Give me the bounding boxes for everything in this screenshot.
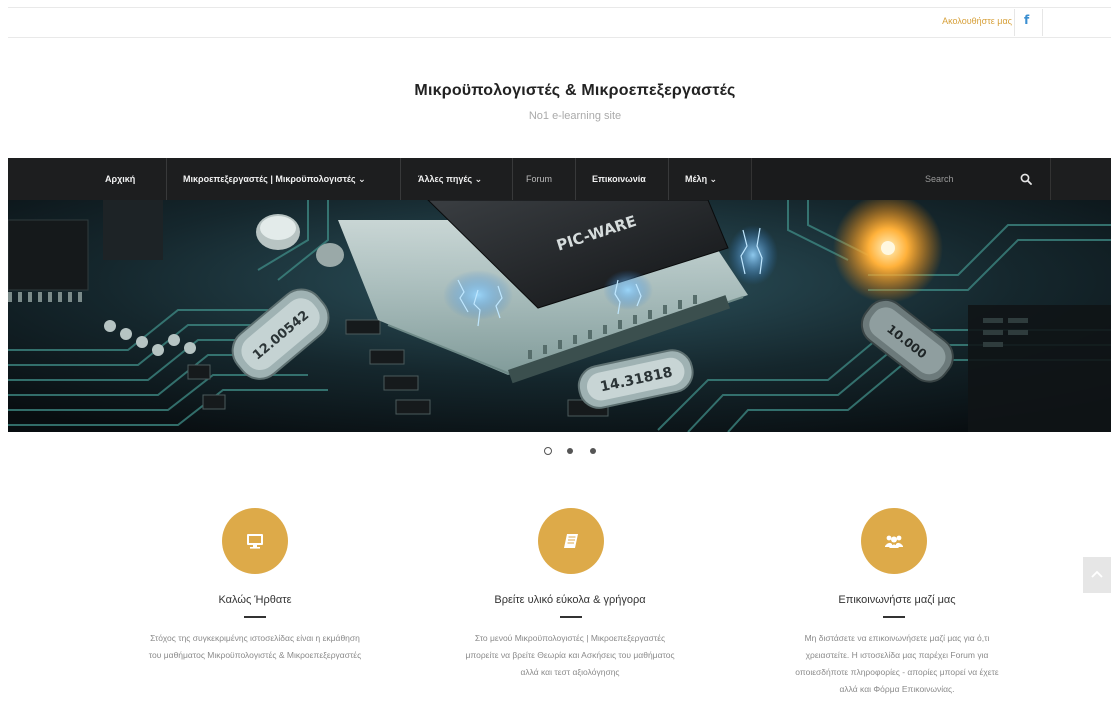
search-box[interactable]: Search bbox=[751, 158, 1051, 200]
feature-title: Καλώς Ήρθατε bbox=[218, 594, 292, 606]
monitor-icon bbox=[247, 534, 263, 549]
feature-line: του μαθήματος Μικροϋπολογιστές & Μικροεπ… bbox=[148, 650, 362, 660]
feature-description: Στόχος της συγκεκριμένης ιστοσελίδας είν… bbox=[90, 630, 420, 664]
search-icon[interactable] bbox=[1020, 173, 1032, 185]
search-input[interactable]: Search bbox=[925, 158, 954, 200]
site-tagline: No1 e-learning site bbox=[528, 110, 622, 122]
nav-divider bbox=[575, 158, 576, 200]
feature-line: Στο μενού Μικροϋπολογιστές | Μικροεπεξερ… bbox=[474, 633, 666, 643]
nav-item-members[interactable]: Μέλη ⌄ bbox=[685, 158, 717, 200]
feature-divider bbox=[560, 616, 582, 618]
feature-line: Στόχος της συγκεκριμένης ιστοσελίδας είν… bbox=[150, 633, 360, 643]
nav-item-home[interactable]: Αρχική bbox=[105, 158, 135, 200]
feature-line: χρειαστείτε. Η ιστοσελίδα μας παρέχει Fo… bbox=[805, 650, 989, 660]
feature-line: μπορείτε να βρείτε Θεωρία και Ασκήσεις τ… bbox=[465, 650, 675, 660]
follow-us-label: Ακολουθήστε μας bbox=[942, 16, 1012, 26]
top-divider bbox=[8, 7, 1111, 8]
separator bbox=[1014, 9, 1015, 36]
chevron-up-icon bbox=[1091, 570, 1103, 578]
slider-dot-2[interactable] bbox=[567, 448, 573, 454]
circuit-board-illustration: 12.00542 PIC-WARE 14.31818 10.000 bbox=[8, 200, 1111, 432]
scroll-to-top-button[interactable] bbox=[1083, 557, 1111, 593]
nav-divider bbox=[668, 158, 669, 200]
feature-icon-circle bbox=[538, 508, 604, 574]
feature-line: οποιεσδήποτε πληροφορίες - απορίες μπορε… bbox=[795, 667, 999, 677]
top-divider-bottom bbox=[8, 37, 1111, 38]
facebook-icon[interactable]: f bbox=[1024, 13, 1029, 27]
feature-divider bbox=[244, 616, 266, 618]
nav-divider bbox=[512, 158, 513, 200]
slider-dot-1[interactable] bbox=[544, 447, 552, 455]
feature-line: αλλά και τεστ αξιολόγησης bbox=[520, 667, 620, 677]
nav-divider bbox=[166, 158, 167, 200]
feature-description: Μη διστάσετε να επικοινωνήσετε μαζί μας … bbox=[732, 630, 1062, 698]
feature-title: Βρείτε υλικό εύκολα & γρήγορα bbox=[494, 594, 646, 606]
nav-divider bbox=[400, 158, 401, 200]
feature-title: Επικοινωνήστε μαζί μας bbox=[838, 594, 956, 606]
feature-line: Μη διστάσετε να επικοινωνήσετε μαζί μας … bbox=[804, 633, 990, 643]
top-bar: Ακολουθήστε μας f bbox=[0, 0, 1111, 38]
feature-line: αλλά και Φόρμα Επικοινωνίας. bbox=[839, 684, 955, 694]
feature-description: Στο μενού Μικροϋπολογιστές | Μικροεπεξερ… bbox=[405, 630, 735, 681]
nav-item-microprocessors[interactable]: Μικροεπεξεργαστές | Μικροϋπολογιστές ⌄ bbox=[183, 158, 366, 200]
feature-icon-circle bbox=[861, 508, 927, 574]
separator bbox=[1042, 9, 1043, 36]
nav-item-contact[interactable]: Επικοινωνία bbox=[592, 158, 646, 200]
nav-item-other-sources[interactable]: Άλλες πηγές ⌄ bbox=[418, 158, 482, 200]
book-icon bbox=[564, 534, 578, 548]
feature-icon-circle bbox=[222, 508, 288, 574]
main-nav: Αρχική Μικροεπεξεργαστές | Μικροϋπολογισ… bbox=[8, 158, 1111, 200]
feature-divider bbox=[883, 616, 905, 618]
slider-dot-3[interactable] bbox=[590, 448, 596, 454]
site-title[interactable]: Μικροϋπολογιστές & Μικροεπεξεργαστές bbox=[0, 82, 1111, 100]
users-icon bbox=[885, 535, 903, 548]
slider-pagination bbox=[0, 445, 1111, 459]
hero-slider-image: 12.00542 PIC-WARE 14.31818 10.000 bbox=[8, 200, 1111, 432]
nav-item-forum[interactable]: Forum bbox=[526, 158, 552, 200]
